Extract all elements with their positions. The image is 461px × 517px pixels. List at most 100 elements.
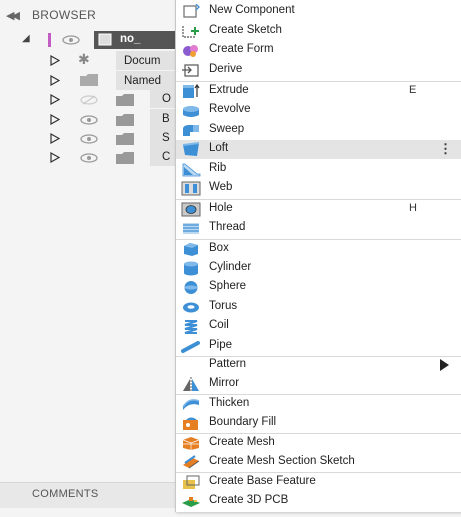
tree-label: S	[162, 132, 170, 144]
menu-label: Pattern	[209, 358, 247, 370]
tree-label: Named	[124, 75, 162, 87]
menu-label: Rib	[209, 162, 227, 174]
menu-item-boundary-fill[interactable]: Boundary Fill	[176, 414, 461, 433]
box-icon	[184, 243, 198, 256]
menu-label: Sweep	[209, 123, 245, 135]
tree-label: B	[162, 113, 170, 125]
web-icon	[181, 181, 201, 196]
menu-label: Mirror	[209, 377, 240, 389]
menu-item-create-form[interactable]: Create Form	[176, 41, 461, 60]
thread-icon	[183, 223, 199, 234]
menu-label: Web	[209, 181, 233, 193]
menu-shortcut: H	[409, 202, 417, 214]
folder-icon	[116, 114, 134, 126]
menu-label: Box	[209, 242, 229, 254]
expand-caret-icon[interactable]	[50, 55, 60, 66]
menu-shortcut: E	[409, 84, 417, 96]
rib-icon	[182, 163, 201, 177]
mirror-icon	[183, 377, 199, 392]
menu-item-pattern[interactable]: Pattern	[176, 356, 461, 375]
menu-item-thread[interactable]: Thread	[176, 219, 461, 238]
menu-label: Torus	[209, 300, 238, 312]
revolve-icon	[183, 106, 199, 117]
expand-caret-icon[interactable]: ◢	[22, 33, 30, 44]
menu-label: Revolve	[209, 103, 251, 115]
active-component-marker	[48, 33, 51, 47]
menu-item-create-mesh[interactable]: Create Mesh	[176, 434, 461, 453]
menu-item-torus[interactable]: Torus	[176, 298, 461, 317]
folder-icon	[116, 133, 134, 145]
menu-label: Sphere	[209, 280, 247, 292]
menu-item-extrude[interactable]: Extrude E	[176, 82, 461, 101]
menu-label: Create Base Feature	[209, 475, 316, 487]
sketch-icon	[182, 26, 199, 38]
tree-label: C	[162, 151, 171, 163]
cylinder-icon	[184, 261, 198, 276]
mesh-section-icon	[183, 455, 200, 469]
coil-icon	[184, 320, 198, 334]
settings-gear-icon: ✱	[78, 51, 90, 67]
expand-caret-icon[interactable]	[50, 152, 60, 163]
menu-item-mirror[interactable]: Mirror	[176, 375, 461, 394]
menu-item-create-sketch[interactable]: Create Sketch	[176, 22, 461, 41]
menu-item-box[interactable]: Box	[176, 240, 461, 259]
menu-label: Create Sketch	[209, 24, 282, 36]
root-component-name: no_	[120, 33, 141, 45]
component-icon	[98, 33, 112, 46]
menu-item-coil[interactable]: Coil	[176, 317, 461, 336]
menu-label: Coil	[209, 319, 229, 331]
menu-item-loft[interactable]: Loft ⋮	[176, 140, 461, 159]
menu-label: Create Mesh Section Sketch	[209, 455, 355, 467]
menu-label: Create Form	[209, 43, 274, 55]
folder-icon	[116, 152, 134, 164]
folder-icon	[80, 74, 98, 86]
menu-item-thicken[interactable]: Thicken	[176, 395, 461, 414]
menu-item-new-component[interactable]: New Component	[176, 2, 461, 21]
expand-caret-icon[interactable]	[50, 75, 60, 86]
tree-label: Docum	[124, 55, 161, 67]
menu-item-create-mesh-section-sketch[interactable]: Create Mesh Section Sketch	[176, 453, 461, 472]
menu-item-rib[interactable]: Rib	[176, 160, 461, 179]
expand-caret-icon[interactable]	[50, 114, 60, 125]
folder-icon	[116, 94, 134, 106]
browser-title: BROWSER	[32, 8, 97, 22]
menu-item-create-3d-pcb[interactable]: Create 3D PCB	[176, 492, 461, 511]
pipe-icon	[181, 341, 200, 353]
menu-label: Cylinder	[209, 261, 252, 273]
menu-label: Create 3D PCB	[209, 494, 289, 506]
visibility-eye-icon[interactable]	[80, 134, 98, 144]
comments-title: COMMENTS	[32, 488, 99, 500]
sweep-icon	[183, 125, 199, 136]
submenu-arrow-icon	[440, 359, 449, 371]
torus-icon	[183, 302, 199, 313]
hole-icon	[181, 202, 201, 217]
menu-item-create-base-feature[interactable]: Create Base Feature	[176, 473, 461, 492]
more-options-icon[interactable]: ⋮	[439, 141, 452, 157]
tree-label: O	[162, 93, 171, 105]
menu-item-pipe[interactable]: Pipe	[176, 337, 461, 356]
menu-item-revolve[interactable]: Revolve	[176, 101, 461, 120]
collapse-panel-icon[interactable]: ◀◀	[6, 9, 20, 22]
menu-item-derive[interactable]: Derive	[176, 61, 461, 80]
menu-label: Hole	[209, 202, 233, 214]
expand-caret-icon[interactable]	[50, 94, 60, 105]
derive-icon	[182, 64, 199, 77]
thicken-icon	[182, 399, 200, 410]
menu-item-sphere[interactable]: Sphere	[176, 278, 461, 297]
visibility-eye-icon[interactable]	[80, 153, 98, 163]
expand-caret-icon[interactable]	[50, 133, 60, 144]
loft-icon	[182, 142, 200, 156]
hidden-eye-icon[interactable]	[80, 95, 98, 105]
base-feature-icon	[183, 475, 200, 489]
menu-item-cylinder[interactable]: Cylinder	[176, 259, 461, 278]
menu-item-web[interactable]: Web	[176, 179, 461, 198]
menu-label: Derive	[209, 63, 243, 75]
menu-item-sweep[interactable]: Sweep	[176, 121, 461, 140]
menu-item-hole[interactable]: Hole H	[176, 200, 461, 219]
menu-label: Boundary Fill	[209, 416, 277, 428]
create-context-menu: New Component Create Sketch Create Form …	[175, 0, 461, 512]
visibility-eye-icon[interactable]	[80, 115, 98, 125]
menu-label: Extrude	[209, 84, 249, 96]
pcb-icon	[182, 497, 200, 507]
visibility-eye-icon[interactable]	[62, 35, 80, 45]
